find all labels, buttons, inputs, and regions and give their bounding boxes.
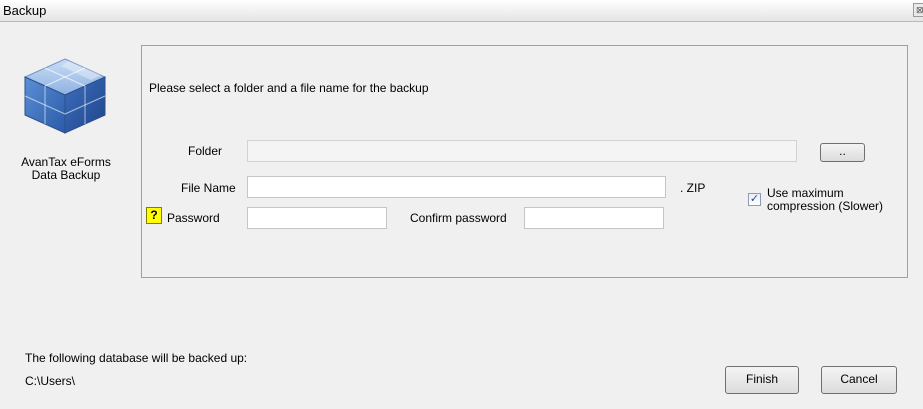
window-title: Backup: [3, 3, 47, 18]
max-compression-label: Use maximum compression (Slower): [767, 186, 884, 213]
finish-button[interactable]: Finish: [725, 366, 799, 394]
confirm-password-field[interactable]: [524, 207, 664, 229]
database-path: C:\Users\: [25, 374, 76, 388]
password-field[interactable]: [247, 207, 387, 229]
database-notice: The following database will be backed up…: [25, 351, 248, 365]
zip-extension-label: . ZIP: [680, 181, 706, 195]
title-bar: Backup ⊠: [0, 0, 923, 22]
password-help-icon[interactable]: ?: [146, 207, 162, 224]
browse-folder-button[interactable]: ..: [820, 143, 865, 162]
cancel-button[interactable]: Cancel: [821, 366, 897, 394]
folder-label: Folder: [188, 144, 223, 158]
file-name-label: File Name: [181, 181, 236, 195]
cube-stack-icon: [23, 58, 107, 134]
file-name-field[interactable]: [247, 176, 666, 198]
close-icon[interactable]: ⊠: [913, 3, 923, 17]
folder-field[interactable]: [247, 140, 797, 162]
instruction-text: Please select a folder and a file name f…: [149, 81, 429, 95]
app-caption: AvanTax eForms Data Backup: [21, 155, 111, 182]
confirm-password-label: Confirm password: [410, 211, 507, 225]
max-compression-checkbox[interactable]: ✓: [748, 193, 761, 206]
password-label: Password: [167, 211, 220, 225]
